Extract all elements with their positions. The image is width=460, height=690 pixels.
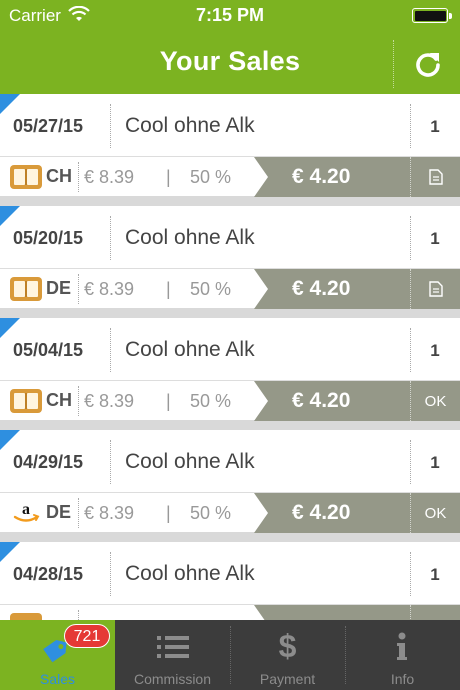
sales-count-badge: 721 (64, 624, 110, 648)
sale-date: 05/27/15 (13, 116, 84, 136)
new-indicator (0, 94, 20, 114)
commission-percent: 50 % (190, 391, 232, 411)
sales-list[interactable]: 05/27/15 Cool ohne Alk 1 CH € 8.39 | 50 … (0, 94, 460, 620)
sale-card[interactable]: 04/28/15 Cool ohne Alk 1 (0, 542, 460, 620)
amazon-store-icon: a (9, 500, 43, 526)
page-title: Your Sales (159, 46, 301, 76)
product-name: Cool ohne Alk (125, 226, 255, 249)
tab-info[interactable]: Info (345, 620, 460, 690)
new-indicator (0, 542, 20, 562)
product-name: Cool ohne Alk (125, 338, 255, 361)
new-indicator (0, 206, 20, 226)
sale-details (0, 604, 460, 620)
document-icon (428, 169, 443, 185)
divider-bar: | (166, 391, 171, 411)
sale-header: 05/20/15 Cool ohne Alk 1 (0, 206, 460, 268)
tab-label: Sales (39, 671, 76, 687)
sale-quantity: 1 (430, 117, 440, 136)
sale-date: 04/29/15 (13, 452, 84, 472)
divider-bar: | (166, 167, 171, 187)
earnings-banner (254, 605, 410, 620)
sale-price: € 8.39 (84, 391, 135, 411)
status-bar: Carrier 7:15 PM (0, 0, 460, 30)
document-status-button[interactable] (410, 269, 460, 309)
ibooks-store-icon (9, 276, 43, 302)
document-icon (428, 281, 443, 297)
document-status-button[interactable] (410, 157, 460, 197)
status-label: OK (424, 504, 447, 522)
sale-date: 05/20/15 (13, 228, 84, 248)
divider-bar: | (166, 279, 171, 299)
country-code: CH (46, 390, 72, 410)
sale-header: 05/04/15 Cool ohne Alk 1 (0, 318, 460, 380)
sale-details: a DE € 8.39 | 50 % € 4.20 OK (0, 492, 460, 533)
svg-text:a: a (22, 501, 30, 518)
ok-status-button[interactable]: OK (410, 493, 460, 533)
commission-percent: 50 % (190, 503, 232, 523)
tab-label: Payment (259, 671, 316, 687)
tab-bar: 721 Sales Commission $ Payment Info (0, 620, 460, 690)
sale-quantity: 1 (430, 565, 440, 584)
sale-date: 04/28/15 (13, 564, 84, 584)
sale-details: DE € 8.39 | 50 % € 4.20 (0, 268, 460, 309)
earnings-amount: € 4.20 (292, 389, 351, 412)
battery-icon (412, 8, 452, 23)
top-bar: Carrier 7:15 PM Your Sales (0, 0, 460, 94)
nav-divider (393, 40, 394, 88)
product-name: Cool ohne Alk (125, 562, 255, 585)
list-icon (157, 636, 189, 658)
ibooks-store-icon (9, 612, 43, 620)
sale-quantity: 1 (430, 229, 440, 248)
sale-card[interactable]: 04/29/15 Cool ohne Alk 1 a DE € 8.39 | 5… (0, 430, 460, 536)
sale-price: € 8.39 (84, 167, 135, 187)
ok-status-button[interactable]: OK (410, 381, 460, 421)
status-button[interactable] (410, 605, 460, 620)
ibooks-store-icon (9, 388, 43, 414)
sale-header: 05/27/15 Cool ohne Alk 1 (0, 94, 460, 156)
earnings-amount: € 4.20 (292, 501, 351, 524)
sale-price: € 8.39 (84, 503, 135, 523)
earnings-amount: € 4.20 (292, 165, 351, 188)
sale-card[interactable]: 05/04/15 Cool ohne Alk 1 CH € 8.39 | 50 … (0, 318, 460, 424)
sale-quantity: 1 (430, 341, 440, 360)
sale-price: € 8.39 (84, 279, 135, 299)
sale-header: 04/29/15 Cool ohne Alk 1 (0, 430, 460, 492)
sale-card[interactable]: 05/27/15 Cool ohne Alk 1 CH € 8.39 | 50 … (0, 94, 460, 200)
commission-percent: 50 % (190, 279, 232, 299)
sale-details: CH € 8.39 | 50 % € 4.20 OK (0, 380, 460, 421)
status-label: OK (424, 392, 447, 410)
sale-header: 04/28/15 Cool ohne Alk 1 (0, 542, 460, 604)
refresh-button[interactable] (396, 40, 460, 88)
sale-details: CH € 8.39 | 50 % € 4.20 (0, 156, 460, 197)
refresh-icon (416, 53, 440, 77)
sale-card[interactable]: 05/20/15 Cool ohne Alk 1 DE € 8.39 | 50 … (0, 206, 460, 312)
tab-sales[interactable]: 721 Sales (0, 620, 115, 690)
tab-payment[interactable]: $ Payment (230, 620, 345, 690)
sale-quantity: 1 (430, 453, 440, 472)
tab-label: Info (390, 671, 415, 687)
country-code: DE (46, 278, 72, 298)
product-name: Cool ohne Alk (125, 450, 255, 473)
sale-date: 05/04/15 (13, 340, 84, 360)
info-icon (397, 632, 407, 660)
tab-label: Commission (133, 671, 211, 687)
divider-bar: | (166, 503, 171, 523)
clock: 7:15 PM (195, 5, 265, 25)
commission-percent: 50 % (190, 167, 232, 187)
country-code: CH (46, 166, 72, 186)
tab-commission[interactable]: Commission (115, 620, 230, 690)
new-indicator (0, 318, 20, 338)
ibooks-store-icon (9, 164, 43, 190)
earnings-amount: € 4.20 (292, 277, 351, 300)
country-code: DE (46, 502, 72, 522)
dollar-icon: $ (278, 628, 297, 664)
new-indicator (0, 430, 20, 450)
product-name: Cool ohne Alk (125, 114, 255, 137)
